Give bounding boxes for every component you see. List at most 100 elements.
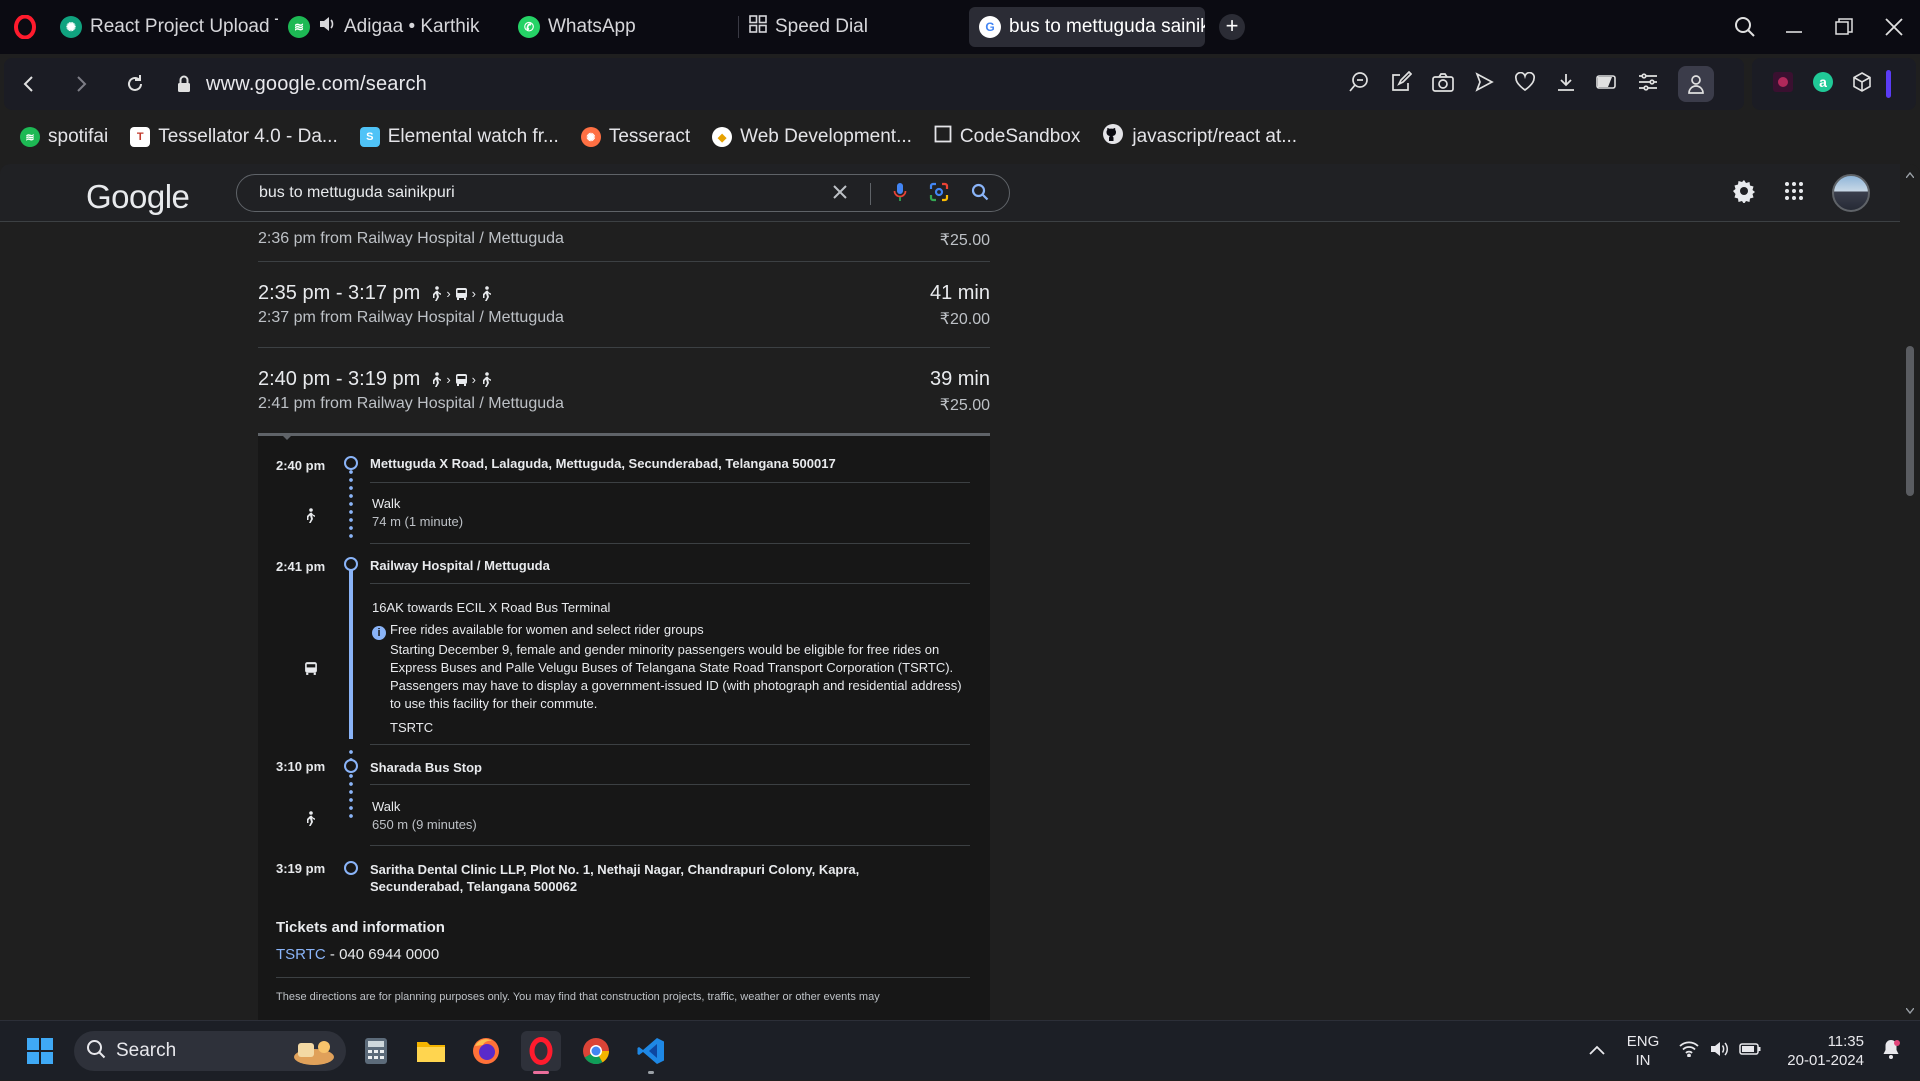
reload-icon[interactable] — [114, 63, 156, 105]
google-logo[interactable]: Google — [86, 178, 190, 216]
sidebar-indicator-icon[interactable] — [1886, 70, 1891, 98]
bookmark-label: spotifai — [48, 126, 109, 147]
voice-search-icon[interactable] — [893, 182, 907, 207]
taskbar-search[interactable]: Search — [74, 1031, 346, 1071]
apps-grid-icon[interactable] — [1784, 181, 1804, 206]
profile-icon[interactable] — [1678, 66, 1714, 102]
route-option[interactable]: 2:36 pm from Railway Hospital / Mettugud… — [258, 222, 990, 262]
walk-distance: 650 m (9 minutes) — [372, 817, 477, 832]
tessellator-icon: T — [130, 127, 151, 147]
route-duration: 41 min — [929, 282, 990, 304]
bus-line: 16AK towards ECIL X Road Bus Terminal — [372, 600, 611, 615]
file-explorer-icon[interactable] — [411, 1031, 451, 1071]
tab-label: WhatsApp — [548, 16, 636, 37]
page-scrollbar[interactable] — [1906, 164, 1914, 1020]
battery-icon[interactable] — [1739, 1042, 1761, 1060]
download-icon[interactable] — [1556, 72, 1576, 97]
divider — [276, 977, 970, 978]
tab-chatgpt[interactable]: ✺ React Project Upload Ti — [50, 7, 278, 47]
bookmark-codesandbox[interactable]: CodeSandbox — [934, 125, 1080, 149]
scroll-thumb[interactable] — [1906, 346, 1914, 496]
divider — [370, 845, 970, 846]
calculator-icon[interactable] — [356, 1031, 396, 1071]
show-hidden-icons-icon[interactable] — [1589, 1042, 1605, 1060]
snapshot-camera-icon[interactable] — [1432, 72, 1454, 97]
vscode-icon[interactable] — [631, 1031, 671, 1074]
wifi-icon[interactable] — [1679, 1041, 1699, 1062]
lens-search-icon[interactable] — [929, 182, 949, 207]
language-code: ENG — [1626, 1033, 1660, 1050]
firefox-icon[interactable] — [466, 1031, 506, 1071]
divider — [370, 482, 970, 483]
page-search-icon[interactable] — [1348, 71, 1370, 98]
walk-icon — [483, 371, 491, 387]
language-indicator[interactable]: ENG IN — [1627, 1032, 1660, 1070]
bus-icon — [304, 661, 318, 681]
tab-strip: ✺ React Project Upload Ti ≋ Adigaa • Kar… — [0, 0, 1920, 54]
tab-speed-dial[interactable]: Speed Dial — [739, 7, 969, 47]
scroll-up-icon[interactable] — [1906, 172, 1914, 178]
search-input[interactable] — [259, 184, 819, 202]
tab-google-search[interactable]: G bus to mettuguda sainik — [969, 7, 1205, 47]
clock-time: 11:35 — [1827, 1033, 1864, 1050]
clock[interactable]: 11:35 20-01-2024 — [1787, 1032, 1864, 1070]
clear-icon[interactable] — [832, 184, 848, 205]
chevron-right-icon: › — [471, 286, 476, 301]
search-tabs-icon[interactable] — [1720, 0, 1770, 54]
web-dev-icon: ◆ — [712, 127, 733, 147]
extension-dark-icon[interactable] — [1772, 71, 1794, 98]
close-window-icon[interactable] — [1869, 0, 1919, 54]
address-bar: www.google.com/search — [4, 58, 1744, 110]
bookmark-elemental[interactable]: S Elemental watch fr... — [359, 126, 559, 148]
tsrtc-link[interactable]: TSRTC — [276, 946, 326, 963]
route-option-selected[interactable]: 2:40 pm - 3:19 pm › › 2:41 pm from Railw… — [258, 348, 990, 434]
opera-taskbar-icon[interactable] — [521, 1031, 561, 1074]
elemental-icon: S — [359, 127, 380, 147]
stop-time: 2:40 pm — [276, 458, 326, 473]
volume-icon[interactable] — [1709, 1040, 1729, 1063]
easy-setup-icon[interactable] — [1638, 72, 1658, 96]
expand-caret-icon — [280, 433, 294, 440]
lock-icon[interactable] — [174, 63, 194, 105]
chrome-icon[interactable] — [576, 1031, 616, 1071]
minimize-icon[interactable] — [1769, 0, 1819, 54]
extensions-cube-icon[interactable] — [1852, 71, 1872, 97]
tab-whatsapp[interactable]: ✆ WhatsApp — [508, 7, 738, 47]
send-flow-icon[interactable] — [1474, 71, 1494, 97]
back-icon[interactable] — [8, 63, 50, 105]
route-departure: 2:36 pm from Railway Hospital / Mettugud… — [258, 230, 564, 247]
chevron-right-icon: › — [471, 372, 476, 387]
forward-icon[interactable] — [60, 63, 102, 105]
bookmark-github[interactable]: javascript/react at... — [1102, 123, 1297, 151]
opera-logo-icon[interactable] — [0, 0, 50, 54]
battery-saver-icon[interactable] — [1596, 74, 1618, 95]
route-option[interactable]: 2:35 pm - 3:17 pm › › 2:37 pm from Railw… — [258, 262, 990, 348]
search-box-tools — [832, 175, 989, 213]
audio-playing-icon[interactable] — [318, 16, 336, 38]
info-icon: i — [372, 626, 386, 640]
scroll-down-icon[interactable] — [1906, 1008, 1914, 1014]
account-avatar[interactable] — [1832, 174, 1870, 212]
google-search-box[interactable] — [236, 174, 1010, 212]
restore-icon[interactable] — [1819, 0, 1869, 54]
settings-gear-icon[interactable] — [1732, 179, 1756, 208]
new-tab-button[interactable]: + — [1219, 14, 1245, 40]
stop-name: Saritha Dental Clinic LLP, Plot No. 1, N… — [370, 862, 860, 894]
edit-icon[interactable] — [1390, 70, 1413, 98]
bookmark-spotifai[interactable]: ≋ spotifai — [20, 126, 108, 148]
bookmark-tessellator[interactable]: T Tessellator 4.0 - Da... — [130, 126, 338, 148]
bookmark-web-development[interactable]: ◆ Web Development... — [712, 126, 912, 148]
active-app-indicator — [533, 1071, 549, 1074]
search-submit-icon[interactable] — [971, 183, 989, 206]
windows-taskbar: Search ENG IN 11:35 20-01-2024 — [0, 1020, 1920, 1080]
notification-bell-icon[interactable] — [1882, 1039, 1900, 1064]
spotify-icon: ≋ — [288, 16, 310, 38]
extensions-area: a — [1752, 58, 1916, 110]
heart-bookmark-icon[interactable] — [1514, 71, 1536, 97]
bookmark-tesseract[interactable]: ✺ Tesseract — [580, 126, 690, 148]
windows-start-icon[interactable] — [20, 1031, 60, 1071]
extension-a-icon[interactable]: a — [1812, 71, 1834, 98]
route-time-range: 2:40 pm - 3:19 pm — [258, 368, 421, 390]
url-field[interactable]: www.google.com/search — [206, 73, 427, 96]
tab-spotify[interactable]: ≋ Adigaa • Karthik — [278, 7, 508, 47]
